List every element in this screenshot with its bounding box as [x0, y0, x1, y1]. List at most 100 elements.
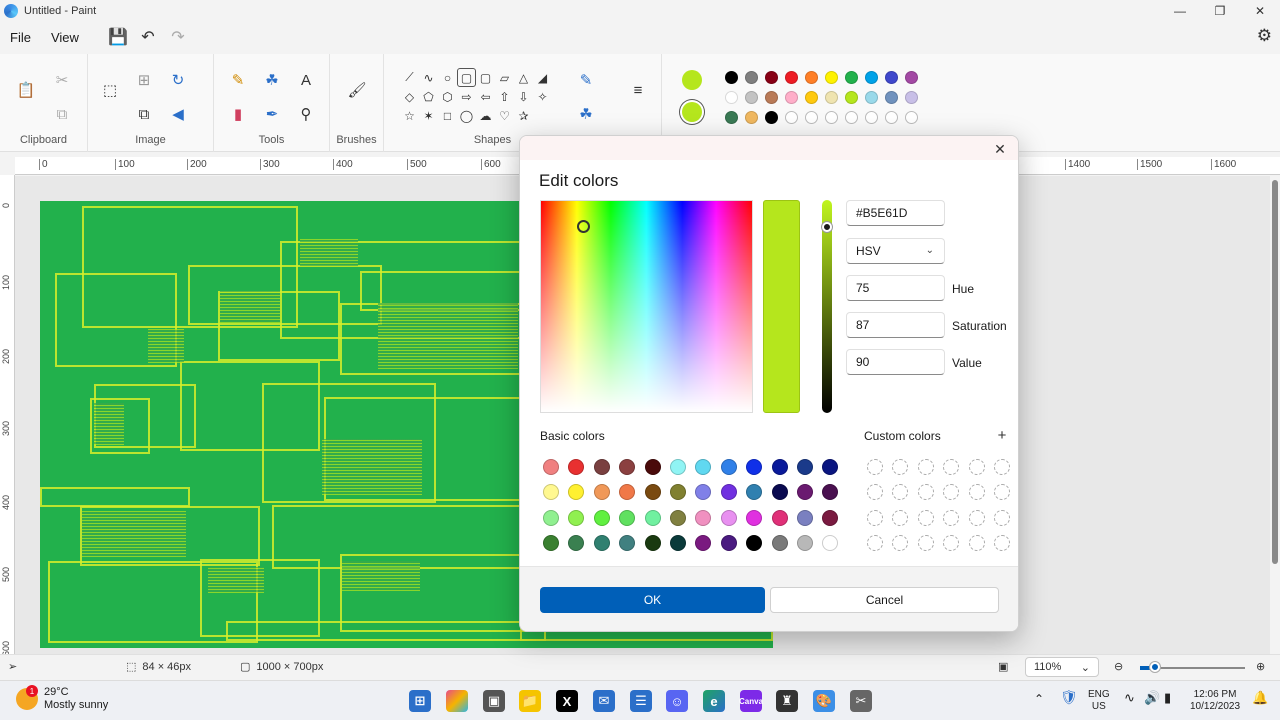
palette-swatch[interactable]	[785, 71, 798, 84]
basic-color-swatch[interactable]	[568, 484, 585, 501]
color-spectrum[interactable]	[540, 200, 753, 413]
palette-swatch[interactable]	[745, 91, 758, 104]
dialog-close-icon[interactable]: ✕	[990, 140, 1010, 158]
basic-color-swatch[interactable]	[695, 535, 712, 552]
vertical-scrollbar[interactable]	[1272, 180, 1278, 564]
task-view-icon[interactable]: ▣	[483, 690, 505, 712]
basic-color-swatch[interactable]	[619, 535, 636, 552]
file-explorer-icon[interactable]: 📁	[519, 690, 541, 712]
custom-color-slot[interactable]	[943, 535, 960, 552]
basic-color-swatch[interactable]	[644, 459, 661, 475]
wifi-icon[interactable]: ∿	[1124, 691, 1135, 704]
basic-color-swatch[interactable]	[568, 459, 585, 475]
custom-color-slot[interactable]	[917, 509, 934, 526]
basic-color-swatch[interactable]	[746, 484, 763, 501]
basic-color-swatch[interactable]	[568, 535, 585, 552]
basic-color-swatch[interactable]	[720, 484, 737, 501]
star4-shape-icon[interactable]: ✧	[533, 87, 552, 106]
basic-color-swatch[interactable]	[796, 535, 813, 552]
custom-color-slot[interactable]	[993, 509, 1010, 526]
basic-color-swatch[interactable]	[822, 535, 839, 552]
custom-color-slot[interactable]	[943, 509, 960, 526]
basic-color-swatch[interactable]	[746, 459, 763, 475]
basic-color-swatch[interactable]	[822, 484, 839, 501]
copy-icon[interactable]: ⧉	[50, 102, 74, 126]
select-rectangle-icon[interactable]: ⬚	[98, 78, 122, 102]
basic-color-swatch[interactable]	[619, 484, 636, 501]
pencil-icon[interactable]: ✎	[226, 68, 250, 92]
custom-color-slot[interactable]	[968, 484, 985, 501]
custom-color-slot[interactable]	[968, 535, 985, 552]
cancel-button[interactable]: Cancel	[770, 587, 999, 613]
basic-color-swatch[interactable]	[543, 484, 559, 501]
saturation-input[interactable]: 87	[846, 312, 945, 338]
flip-icon[interactable]: ◀	[166, 102, 190, 126]
undo-icon[interactable]: ↶	[133, 24, 163, 50]
value-slider-thumb[interactable]	[822, 222, 832, 232]
palette-swatch[interactable]	[845, 71, 858, 84]
ok-button[interactable]: OK	[540, 587, 765, 613]
crop-icon[interactable]: ⊞	[132, 68, 156, 92]
zoom-out-icon[interactable]: ⊖	[1114, 660, 1123, 673]
callout-cloud-shape-icon[interactable]: ☁	[476, 106, 495, 125]
palette-swatch[interactable]	[825, 111, 838, 124]
palette-swatch[interactable]	[785, 91, 798, 104]
custom-color-slot[interactable]	[968, 509, 985, 526]
arrow-right-shape-icon[interactable]: ⇨	[457, 87, 476, 106]
oval-shape-icon[interactable]: ○	[438, 68, 457, 87]
palette-swatch[interactable]	[885, 111, 898, 124]
basic-color-swatch[interactable]	[593, 459, 610, 475]
callout-oval-shape-icon[interactable]: ◯	[457, 106, 476, 125]
basic-color-swatch[interactable]	[695, 459, 712, 475]
value-input[interactable]: 90	[846, 349, 945, 375]
basic-color-swatch[interactable]	[568, 509, 585, 526]
color-picker-icon[interactable]: ✒	[260, 102, 284, 126]
palette-swatch[interactable]	[885, 91, 898, 104]
basic-color-swatch[interactable]	[771, 459, 788, 475]
fill-bucket-icon[interactable]: ☘	[260, 68, 284, 92]
spectrum-cursor[interactable]	[577, 220, 590, 233]
resize-icon[interactable]: ⧉	[132, 102, 156, 126]
custom-color-slot[interactable]	[968, 459, 985, 475]
discord-icon[interactable]: ☺	[666, 690, 688, 712]
paste-icon[interactable]: 📋	[14, 78, 38, 102]
basic-color-swatch[interactable]	[593, 509, 610, 526]
minimize-icon[interactable]: —	[1160, 0, 1200, 22]
basic-color-swatch[interactable]	[771, 535, 788, 552]
copilot-icon[interactable]	[446, 690, 468, 712]
mail-icon[interactable]: ✉	[593, 690, 615, 712]
fit-to-window-icon[interactable]: ▣	[998, 660, 1008, 673]
zoom-in-icon[interactable]: ⊕	[1256, 660, 1265, 673]
custom-color-slot[interactable]	[993, 459, 1010, 475]
palette-swatch[interactable]	[825, 71, 838, 84]
basic-color-swatch[interactable]	[644, 484, 661, 501]
menu-file[interactable]: File	[0, 26, 41, 49]
eraser-icon[interactable]: ▮	[226, 102, 250, 126]
basic-color-swatch[interactable]	[669, 459, 686, 475]
palette-swatch[interactable]	[905, 91, 918, 104]
custom-color-slot[interactable]	[867, 459, 883, 475]
palette-swatch[interactable]	[745, 71, 758, 84]
snipping-tool-icon[interactable]: ✂	[850, 690, 872, 712]
game-app-icon[interactable]: ♜	[776, 690, 798, 712]
custom-color-slot[interactable]	[917, 484, 934, 501]
palette-swatch[interactable]	[865, 71, 878, 84]
custom-color-slot[interactable]	[867, 509, 883, 526]
clock[interactable]: 12:06 PM 10/12/2023	[1190, 689, 1240, 713]
menu-view[interactable]: View	[41, 26, 89, 49]
palette-swatch[interactable]	[805, 91, 818, 104]
hue-input[interactable]: 75	[846, 275, 945, 301]
maximize-icon[interactable]: ❐	[1200, 0, 1240, 22]
right-triangle-shape-icon[interactable]: ◢	[533, 68, 552, 87]
callout-rect-shape-icon[interactable]: □	[438, 106, 457, 125]
rectangle-shape-icon[interactable]: ▢	[457, 68, 476, 87]
basic-color-swatch[interactable]	[593, 484, 610, 501]
primary-color-swatch[interactable]	[682, 70, 702, 90]
save-icon[interactable]: 💾	[103, 24, 133, 50]
palette-swatch[interactable]	[805, 111, 818, 124]
basic-color-swatch[interactable]	[720, 509, 737, 526]
basic-color-swatch[interactable]	[644, 509, 661, 526]
custom-color-slot[interactable]	[892, 509, 909, 526]
basic-color-swatch[interactable]	[720, 535, 737, 552]
lightning-shape-icon[interactable]: ✰	[514, 106, 533, 125]
